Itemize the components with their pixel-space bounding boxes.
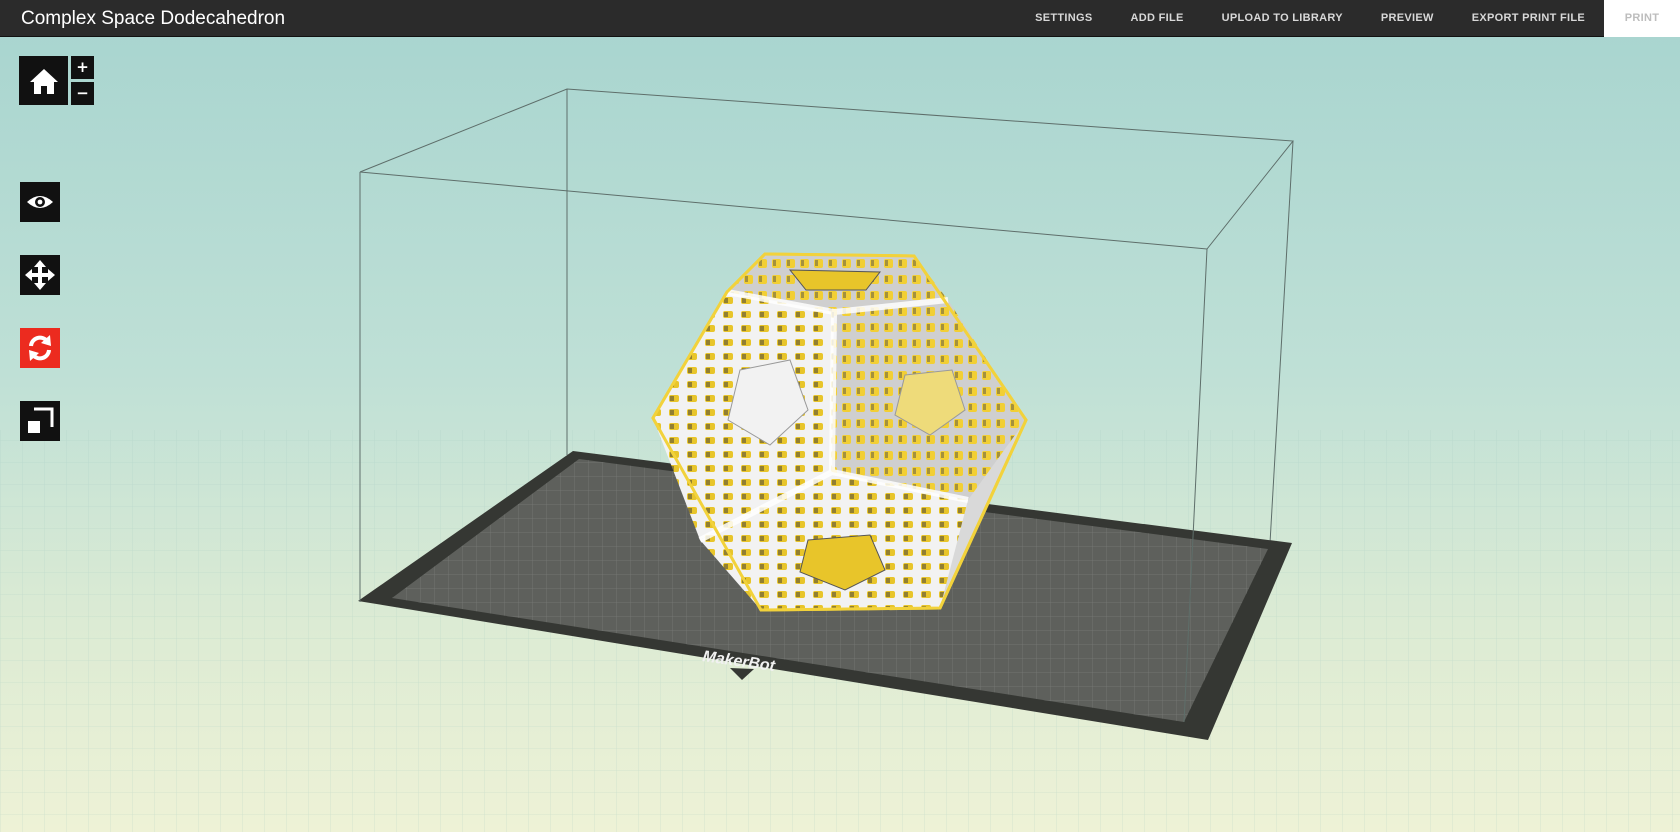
- move-tool-button[interactable]: [20, 255, 60, 295]
- rotate-tool-button[interactable]: [20, 328, 60, 368]
- eye-icon: [27, 196, 53, 208]
- scale-tool-button[interactable]: [20, 401, 60, 441]
- add-file-button[interactable]: ADD FILE: [1112, 0, 1203, 37]
- move-icon: [25, 260, 55, 290]
- zoom-out-button[interactable]: −: [71, 82, 94, 105]
- print-button[interactable]: PRINT: [1604, 0, 1680, 37]
- scale-icon: [28, 407, 54, 433]
- top-nav: SETTINGS ADD FILE UPLOAD TO LIBRARY PREV…: [1016, 0, 1680, 37]
- settings-button[interactable]: SETTINGS: [1016, 0, 1111, 37]
- preview-button[interactable]: PREVIEW: [1362, 0, 1453, 37]
- viewport-3d[interactable]: MakerBot: [0, 37, 1680, 832]
- top-bar: Complex Space Dodecahedron SETTINGS ADD …: [0, 0, 1680, 37]
- rotate-icon: [29, 335, 51, 361]
- home-icon: [29, 68, 58, 94]
- view-tool-button[interactable]: [20, 182, 60, 222]
- export-print-file-button[interactable]: EXPORT PRINT FILE: [1453, 0, 1604, 37]
- upload-to-library-button[interactable]: UPLOAD TO LIBRARY: [1203, 0, 1362, 37]
- home-view-button[interactable]: [19, 56, 68, 105]
- app-title: Complex Space Dodecahedron: [21, 8, 286, 29]
- zoom-in-button[interactable]: +: [71, 56, 94, 79]
- scene-canvas: MakerBot: [0, 88, 1680, 832]
